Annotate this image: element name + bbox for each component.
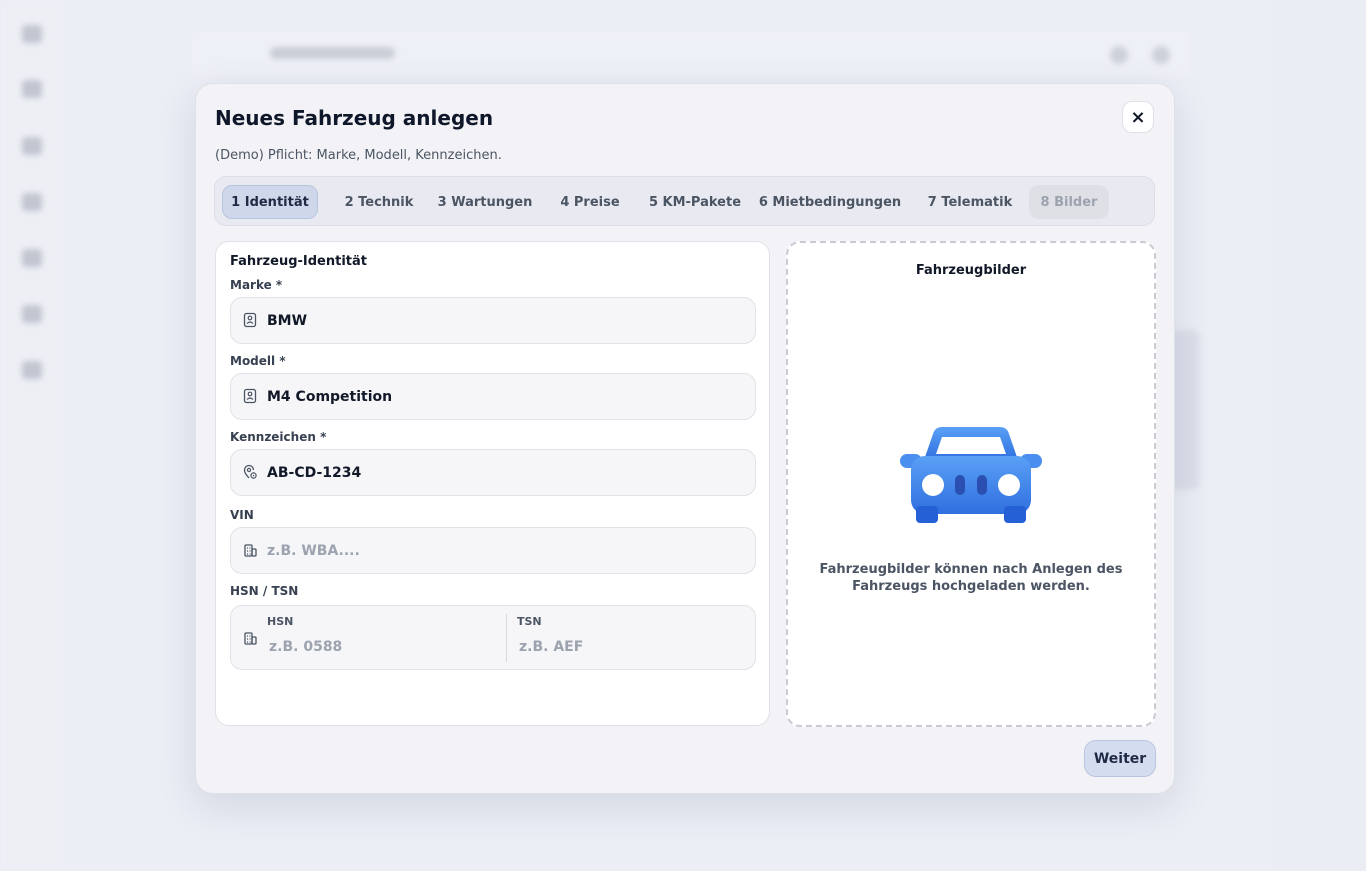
images-note: Fahrzeugbilder können nach Anlegen des F… — [819, 562, 1123, 594]
close-button[interactable]: × — [1122, 101, 1154, 133]
tab-telematik[interactable]: 7 Telematik — [922, 185, 1018, 219]
images-title: Fahrzeugbilder — [915, 263, 1027, 278]
hsn-placeholder: z.B. 0588 — [269, 639, 343, 655]
marke-label: Marke * — [230, 278, 283, 292]
building-icon — [244, 632, 257, 645]
building-icon — [244, 544, 257, 557]
vin-input[interactable]: z.B. WBA.... — [230, 527, 756, 574]
modell-label: Modell * — [230, 354, 286, 368]
marke-value: BMW — [267, 313, 308, 329]
tsn-placeholder: z.B. AEF — [519, 639, 584, 655]
tsn-label: TSN — [517, 615, 542, 628]
hsn-label: HSN — [267, 615, 294, 628]
section-title: Fahrzeug-Identität — [230, 254, 367, 269]
location-pin-icon — [243, 464, 257, 479]
id-card-icon — [243, 312, 257, 328]
tab-mietbedingungen[interactable]: 6 Mietbedingungen — [759, 185, 901, 219]
vin-label: VIN — [230, 508, 254, 522]
tsn-input[interactable]: TSN z.B. AEF — [517, 606, 747, 669]
hsn-tsn-field: HSN z.B. 0588 TSN z.B. AEF — [230, 605, 756, 670]
close-icon: × — [1130, 106, 1146, 128]
new-vehicle-modal: Neues Fahrzeug anlegen (Demo) Pflicht: M… — [195, 83, 1175, 794]
hsn-tsn-label: HSN / TSN — [230, 584, 299, 598]
modell-field[interactable]: M4 Competition — [230, 373, 756, 420]
hsn-input[interactable]: HSN z.B. 0588 — [267, 606, 497, 669]
kennzeichen-label: Kennzeichen * — [230, 430, 327, 444]
modal-title: Neues Fahrzeug anlegen — [215, 106, 494, 130]
identity-form-card: Fahrzeug-Identität Marke * BMW Modell * … — [215, 241, 770, 726]
step-tabs: 1 Identität 2 Technik 3 Wartungen 4 Prei… — [214, 176, 1155, 226]
modell-value: M4 Competition — [267, 389, 393, 405]
car-icon — [900, 427, 1042, 523]
kennzeichen-field[interactable]: AB-CD-1234 — [230, 449, 756, 496]
vehicle-images-card: Fahrzeugbilder Fahrzeugbilder können nac… — [786, 241, 1156, 727]
tab-identitaet[interactable]: 1 Identität — [222, 185, 318, 219]
kennzeichen-value: AB-CD-1234 — [267, 465, 362, 481]
marke-field[interactable]: BMW — [230, 297, 756, 344]
tab-preise[interactable]: 4 Preise — [547, 185, 633, 219]
vin-placeholder: z.B. WBA.... — [267, 543, 360, 559]
id-card-icon — [243, 388, 257, 404]
tab-technik[interactable]: 2 Technik — [331, 185, 427, 219]
modal-subtitle: (Demo) Pflicht: Marke, Modell, Kennzeich… — [215, 148, 502, 163]
tab-wartungen[interactable]: 3 Wartungen — [433, 185, 537, 219]
next-button[interactable]: Weiter — [1084, 740, 1156, 777]
hsn-tsn-divider — [506, 614, 507, 662]
tab-bilder: 8 Bilder — [1029, 185, 1109, 219]
tab-km-pakete[interactable]: 5 KM-Pakete — [643, 185, 747, 219]
